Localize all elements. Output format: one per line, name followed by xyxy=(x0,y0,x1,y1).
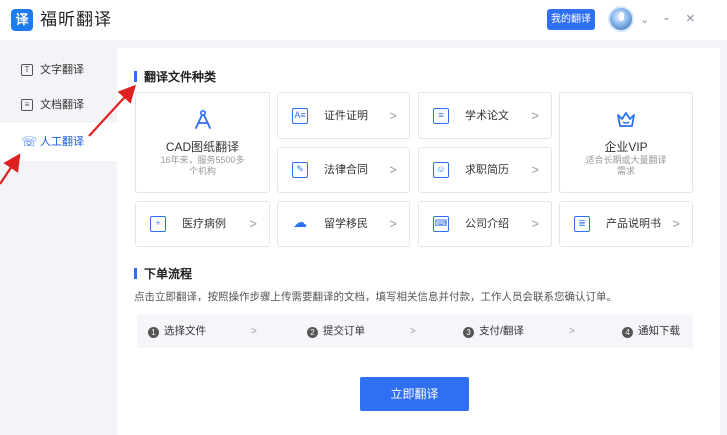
card-product-manual[interactable]: ≣ 产品说明书 > xyxy=(559,201,693,247)
id-card-icon: A≡ xyxy=(292,107,308,124)
sidebar-item-human-translation[interactable]: ☏ 人工翻译 xyxy=(0,123,117,161)
card-study-immigration[interactable]: ☁ 留学移民 > xyxy=(277,201,410,247)
crown-icon xyxy=(615,109,637,131)
headset-icon: ☏ xyxy=(21,134,38,149)
medical-icon: + xyxy=(150,216,166,232)
step-number: 2 xyxy=(307,327,318,338)
title-bar: 译 福昕翻译 我的翻译 ⌄ - × xyxy=(0,0,727,40)
chevron-right-icon: > xyxy=(531,216,539,231)
card-resume[interactable]: ☺ 求职简历 > xyxy=(418,147,552,193)
sidebar-item-label: 人工翻译 xyxy=(40,136,84,148)
step-select-file: 1 选择文件 xyxy=(148,315,206,348)
card-certificate[interactable]: A≡ 证件证明 > xyxy=(277,92,410,139)
process-steps: 1 选择文件 > 2 提交订单 > 3 支付/翻译 > 4 通知下载 xyxy=(137,315,693,348)
card-subtitle: 适合长期或大量翻译需求 xyxy=(585,155,667,176)
step-number: 3 xyxy=(463,327,474,338)
card-label: 产品说明书 xyxy=(606,218,661,230)
chevron-right-icon: > xyxy=(389,162,397,177)
section-marker xyxy=(134,268,137,279)
chevron-right-icon: > xyxy=(389,216,397,231)
chevron-right-icon: > xyxy=(389,107,397,123)
process-description: 点击立即翻译，按照操作步骤上传需要翻译的文档，填写相关信息并付款，工作人员会联系… xyxy=(134,291,617,303)
card-academic-paper[interactable]: ≡ 学术论文 > xyxy=(418,92,552,139)
manual-icon: ≣ xyxy=(574,216,590,232)
app-title: 福昕翻译 xyxy=(40,10,112,29)
sidebar-item-label: 文字翻译 xyxy=(40,64,84,76)
sidebar-item-document-translation[interactable]: ≡ 文档翻译 xyxy=(0,86,117,124)
card-enterprise-vip[interactable]: 企业VIP 适合长期或大量翻译需求 xyxy=(559,92,693,193)
chevron-right-icon: > xyxy=(672,216,680,231)
step-submit-order: 2 提交订单 xyxy=(307,315,365,348)
step-pay-translate: 3 支付/翻译 xyxy=(463,315,524,348)
card-label: 医疗病例 xyxy=(182,218,226,230)
sidebar-item-text-translation[interactable]: T 文字翻译 xyxy=(0,51,117,89)
step-arrow-icon: > xyxy=(410,326,416,337)
card-label: 法律合同 xyxy=(324,164,368,176)
close-button[interactable]: × xyxy=(686,9,695,29)
sidebar-item-label: 文档翻译 xyxy=(40,99,84,111)
step-number: 4 xyxy=(622,327,633,338)
contract-icon: ✎ xyxy=(292,162,308,178)
app-logo-icon: 译 xyxy=(11,9,33,31)
my-translations-button[interactable]: 我的翻译 xyxy=(547,9,595,30)
card-title: 企业VIP xyxy=(604,140,648,154)
card-label: 求职简历 xyxy=(465,164,509,176)
translate-now-button[interactable]: 立即翻译 xyxy=(360,377,469,411)
minimize-button[interactable]: - xyxy=(664,9,669,29)
main-panel: 翻译文件种类 CAD图纸翻译 16年来，服务5500多个机构 A≡ 证件证明 >… xyxy=(117,48,720,435)
card-label: 留学移民 xyxy=(324,218,368,230)
card-subtitle: 16年来，服务5500多个机构 xyxy=(160,155,245,176)
step-arrow-icon: > xyxy=(569,326,575,337)
text-icon: T xyxy=(21,64,33,76)
document-icon: ≡ xyxy=(21,99,33,111)
step-notify-download: 4 通知下载 xyxy=(622,315,680,348)
process-title: 下单流程 xyxy=(134,265,192,282)
chevron-down-icon[interactable]: ⌄ xyxy=(640,10,649,30)
card-cad-translation[interactable]: CAD图纸翻译 16年来，服务5500多个机构 xyxy=(135,92,270,193)
chevron-right-icon: > xyxy=(249,216,257,231)
card-label: 证件证明 xyxy=(324,109,368,122)
keyboard-icon: ⌨ xyxy=(433,216,449,232)
card-label: 公司介绍 xyxy=(465,218,509,230)
user-avatar[interactable] xyxy=(608,6,634,32)
card-company-intro[interactable]: ⌨ 公司介绍 > xyxy=(418,201,552,247)
resume-icon: ☺ xyxy=(433,162,449,178)
card-label: 学术论文 xyxy=(465,109,509,122)
document-icon: ≡ xyxy=(433,107,449,124)
cloud-icon: ☁ xyxy=(293,214,307,230)
sidebar: T 文字翻译 ≡ 文档翻译 ☏ 人工翻译 xyxy=(0,48,117,435)
section-marker xyxy=(134,71,137,82)
card-legal-contract[interactable]: ✎ 法律合同 > xyxy=(277,147,410,193)
chevron-right-icon: > xyxy=(531,107,539,123)
step-arrow-icon: > xyxy=(251,326,257,337)
categories-title: 翻译文件种类 xyxy=(134,68,216,85)
step-number: 1 xyxy=(148,327,159,338)
card-medical-record[interactable]: + 医疗病例 > xyxy=(135,201,270,247)
compass-icon xyxy=(192,109,214,131)
chevron-right-icon: > xyxy=(531,162,539,177)
card-title: CAD图纸翻译 xyxy=(165,140,240,154)
